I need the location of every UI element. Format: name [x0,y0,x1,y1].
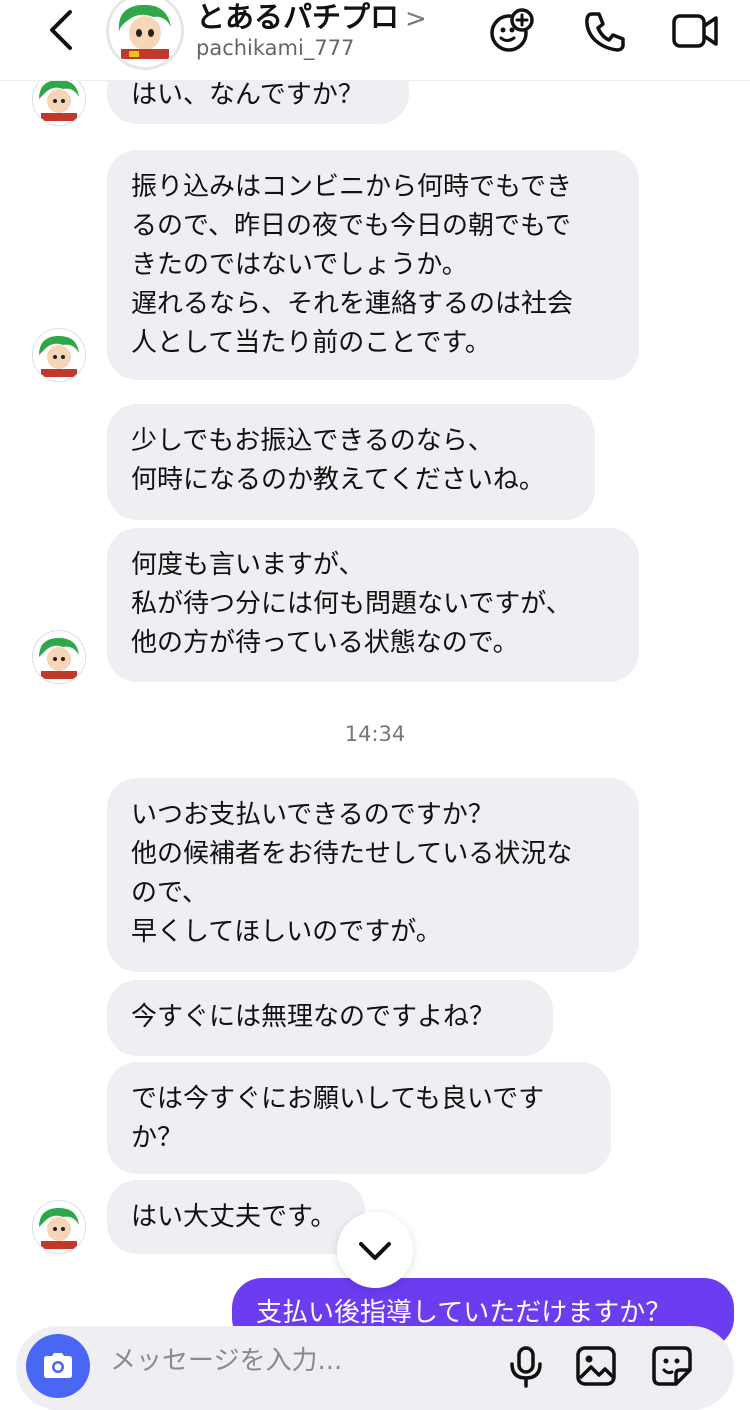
scroll-to-bottom-button[interactable] [337,1212,413,1288]
gallery-button[interactable] [574,1344,618,1388]
avatar[interactable] [32,630,86,684]
timestamp: 14:34 [344,722,406,746]
message-bubble[interactable]: はい大丈夫です。 [107,1180,365,1254]
phone-icon [585,12,625,52]
chevron-left-icon [50,10,72,50]
add-person-icon [490,8,534,52]
video-call-button[interactable] [672,8,718,54]
message-bubble[interactable]: では今すぐにお願いしても良いです か？ [107,1062,611,1174]
message-bubble[interactable]: いつお支払いできるのですか？ 他の候補者をお待たせしている状況な ので、 早くし… [107,778,639,972]
image-icon [576,1346,616,1386]
avatar[interactable] [32,1200,86,1254]
chat-header: とあるパチプロ > pachikami_777 [0,0,750,81]
video-camera-icon [672,14,718,48]
back-button[interactable] [42,8,82,52]
sticker-button[interactable] [650,1344,694,1388]
chevron-right-icon: > [405,4,427,34]
chevron-down-icon [359,1242,391,1260]
voice-message-button[interactable] [504,1344,548,1388]
message-composer [16,1326,734,1410]
message-input[interactable] [108,1340,482,1382]
message-bubble[interactable]: 何度も言いますが、 私が待つ分には何も問題ないですが、 他の方が待っている状態な… [107,528,639,682]
contact-name[interactable]: とあるパチプロ > [196,0,427,36]
message-bubble[interactable]: 今すぐには無理なのですよね？ [107,980,553,1056]
sticker-icon [652,1346,692,1386]
contact-username: pachikami_777 [196,36,355,60]
avatar-image [109,0,181,67]
message-bubble[interactable]: 少しでもお振込できるのなら、 何時になるのか教えてくださいね。 [107,404,595,520]
message-bubble[interactable]: 振り込みはコンビニから何時でもでき るので、昨日の夜でも今日の朝でもで きたので… [107,150,639,380]
camera-icon [44,1353,72,1378]
avatar[interactable] [106,0,184,70]
avatar[interactable] [32,328,86,382]
add-person-button[interactable] [488,8,534,54]
microphone-icon [510,1346,542,1388]
contact-name-text: とあるパチプロ [196,0,400,34]
camera-button[interactable] [26,1334,90,1398]
call-button[interactable] [582,8,628,54]
